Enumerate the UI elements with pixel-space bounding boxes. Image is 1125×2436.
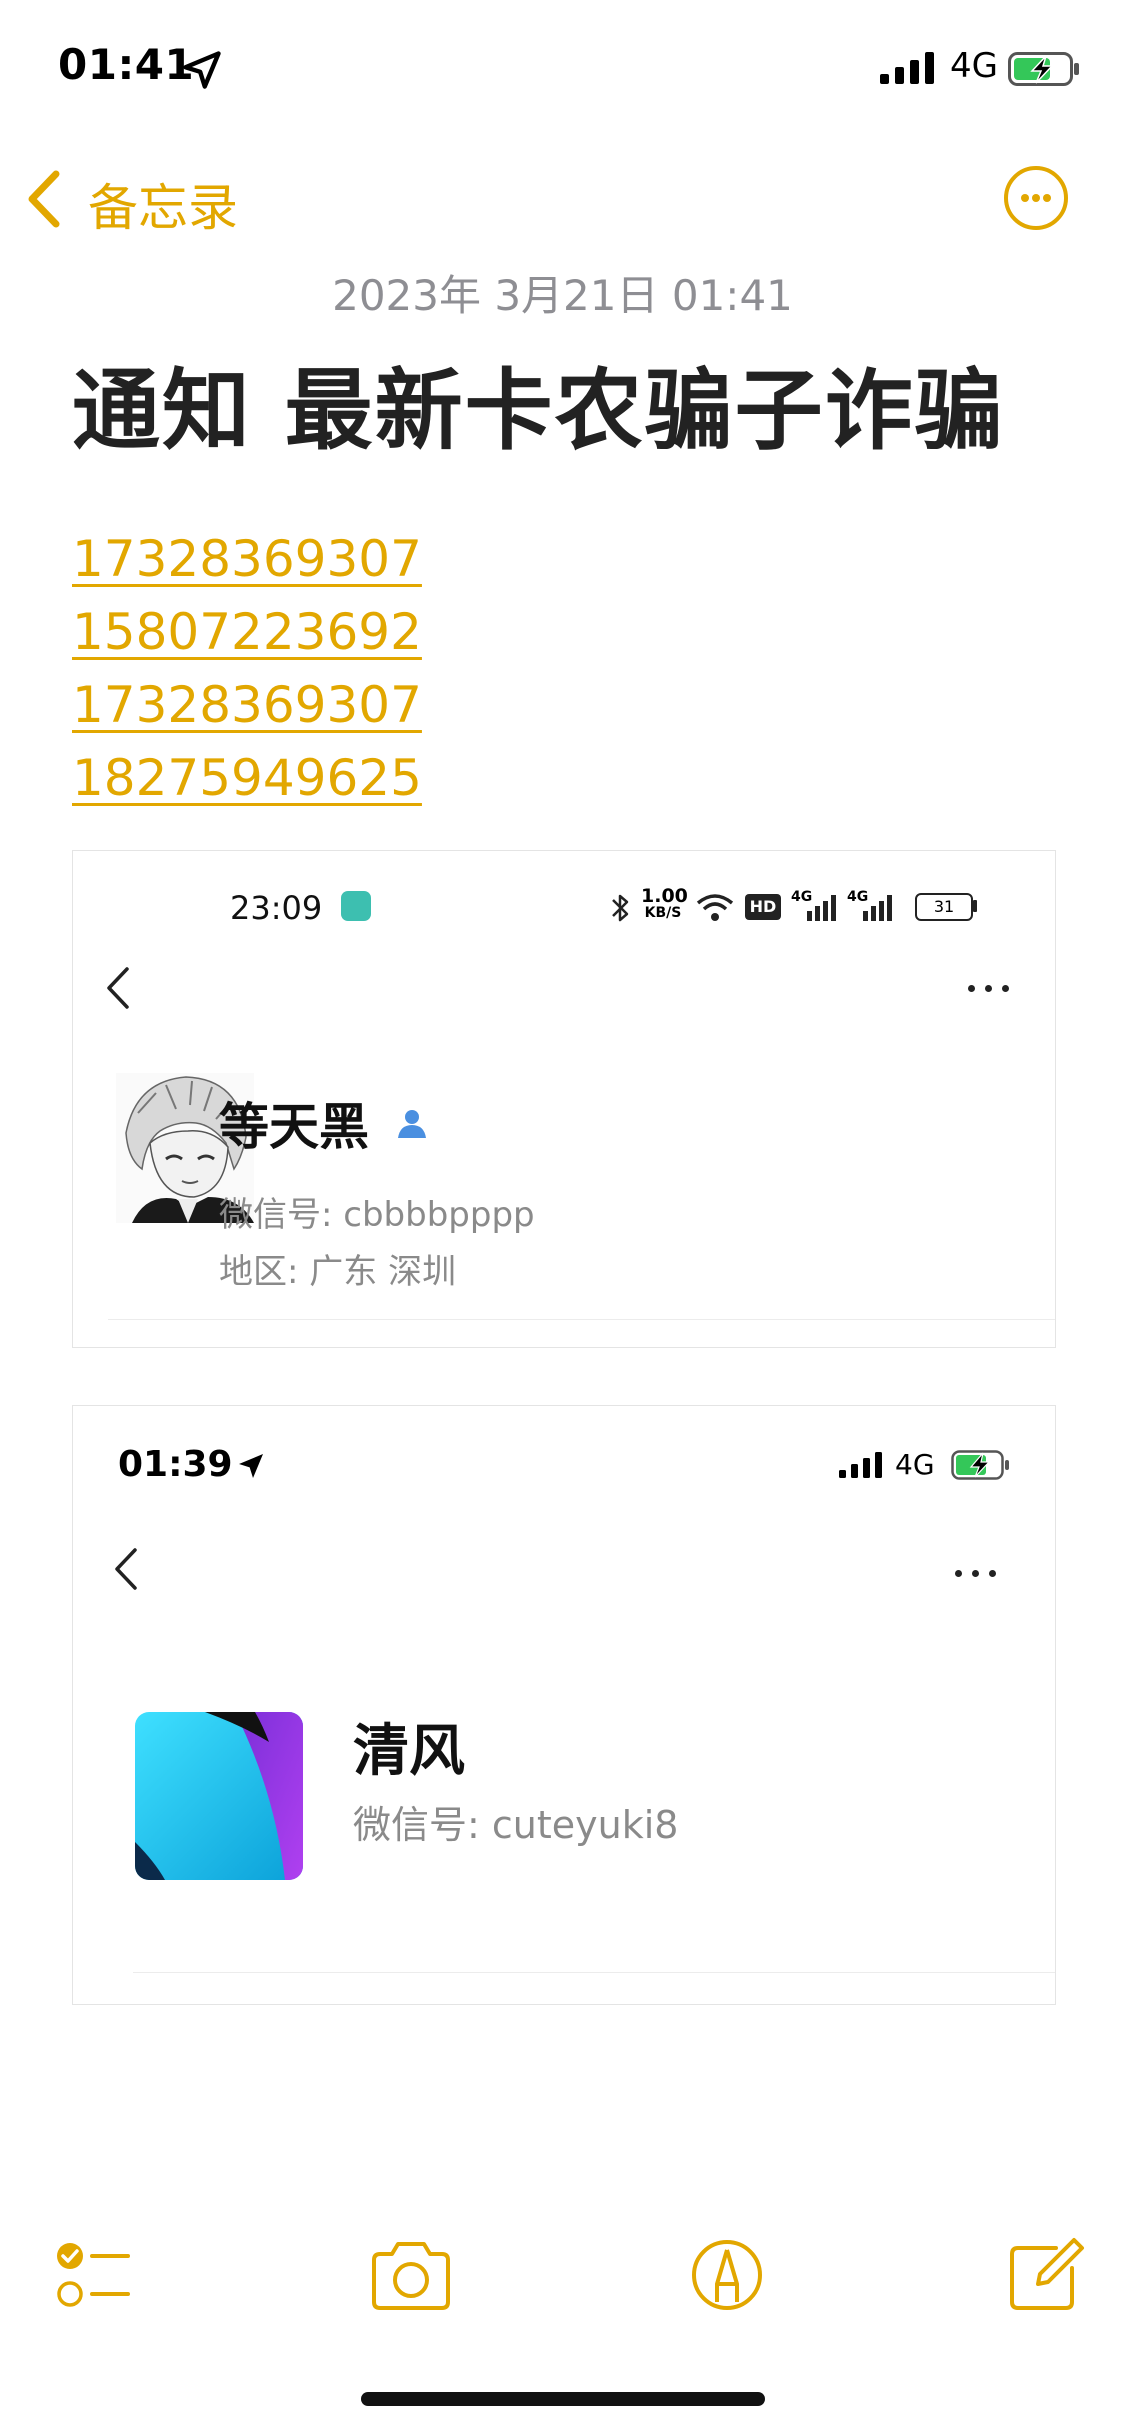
signal-bars-icon <box>863 895 892 921</box>
home-indicator[interactable] <box>361 2392 765 2406</box>
battery-tip <box>973 900 977 912</box>
wifi-icon <box>696 894 734 921</box>
card2-status-time: 01:39 <box>118 1444 233 1485</box>
compose-icon[interactable] <box>1000 2230 1090 2320</box>
card2-divider <box>133 1972 1055 1973</box>
card2-network-type: 4G <box>895 1448 935 1481</box>
contact-name: 清风 <box>353 1719 465 1784</box>
phone-link[interactable]: 17328369307 <box>72 530 422 588</box>
card2-more-icon <box>955 1570 1005 1578</box>
card1-back-icon <box>107 967 129 1009</box>
phone-link[interactable]: 18275949625 <box>72 749 422 807</box>
hd-badge: HD <box>745 894 781 920</box>
embedded-screenshot-1[interactable]: 23:09 1.00 KB/S HD 4G 4G 31 等天黑 微信号: cbb… <box>72 850 1056 1348</box>
bluetooth-icon <box>612 894 629 922</box>
wechat-id: 微信号: cuteyuki8 <box>353 1803 679 1847</box>
location-arrow-icon <box>183 51 221 89</box>
cellular-signal-icon <box>839 1452 882 1478</box>
cellular-signal-icon <box>880 52 934 84</box>
app-notification-icon <box>341 891 371 921</box>
camera-icon[interactable] <box>366 2230 456 2320</box>
phone-link[interactable]: 15807223692 <box>72 603 422 661</box>
network-speed: 1.00 KB/S <box>641 885 688 921</box>
network-speed-unit: KB/S <box>644 905 682 921</box>
checklist-icon[interactable] <box>48 2230 138 2320</box>
embedded-screenshot-2[interactable]: 01:39 4G 清风 微信号: cuteyuki8 <box>72 1405 1056 2005</box>
region: 地区: 广东 深圳 <box>219 1252 457 1292</box>
contact-name: 等天黑 <box>219 1098 369 1156</box>
markup-pen-icon[interactable] <box>682 2230 772 2320</box>
network-speed-value: 1.00 <box>641 885 688 907</box>
battery-charging-icon <box>951 1450 1009 1480</box>
back-chevron-icon[interactable] <box>24 168 64 230</box>
phone-link[interactable]: 17328369307 <box>72 676 422 734</box>
network-type: 4G <box>950 46 998 86</box>
avatar-abstract-gradient <box>135 1712 303 1880</box>
battery-level: 31 <box>915 893 973 921</box>
signal-bars-icon <box>807 895 836 921</box>
card1-more-icon <box>968 985 1018 993</box>
back-button-notes[interactable]: 备忘录 <box>88 168 238 240</box>
card1-divider <box>108 1319 1055 1320</box>
battery-charging-icon <box>1008 52 1079 86</box>
user-badge-icon <box>398 1110 426 1138</box>
card2-back-icon <box>115 1548 137 1590</box>
note-title[interactable]: 通知 最新卡农骗子诈骗 <box>72 340 1005 467</box>
note-date: 2023年 3月21日 01:41 <box>332 271 793 320</box>
wechat-id: 微信号: cbbbbpppp <box>219 1195 535 1235</box>
location-arrow-icon <box>239 1454 263 1478</box>
more-options-button[interactable] <box>1004 166 1068 230</box>
status-time: 01:41 <box>58 40 195 89</box>
card1-status-time: 23:09 <box>230 889 323 927</box>
